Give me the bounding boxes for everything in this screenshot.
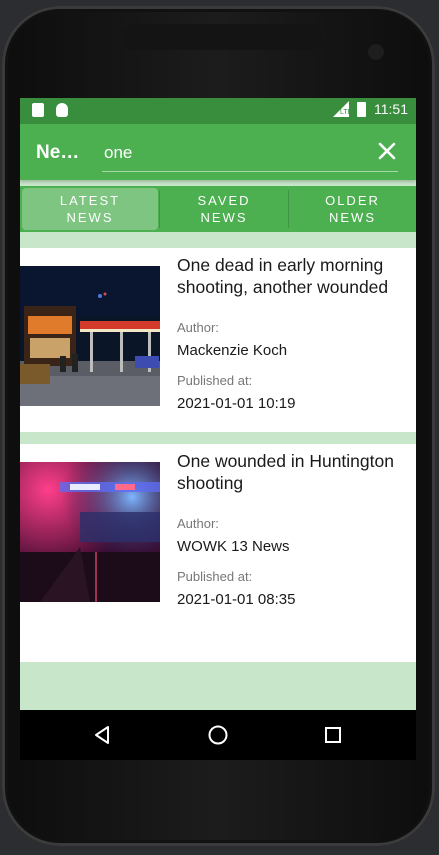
tab-label: SAVED (197, 193, 251, 208)
gas-station-night-photo (20, 266, 160, 406)
author-name: Mackenzie Koch (177, 342, 288, 359)
android-icon (56, 103, 68, 117)
signal-icon: LTE (333, 101, 353, 117)
tab-latest-news[interactable]: LATEST NEWS (22, 188, 158, 230)
article-title: One wounded in Huntington shooting (177, 451, 394, 493)
sd-card-icon (32, 103, 44, 117)
network-type: LTE (340, 109, 353, 116)
app-bar: Ne… (20, 124, 416, 180)
recents-icon (325, 727, 341, 743)
close-icon (378, 142, 396, 160)
author-label: Author: (177, 320, 219, 335)
published-label: Published at: (177, 373, 253, 388)
battery-icon (357, 101, 366, 117)
recents-button[interactable] (320, 722, 346, 748)
author-label: Author: (177, 516, 219, 531)
home-icon (208, 725, 228, 745)
published-label: Published at: (177, 569, 253, 584)
status-time: 11:51 (374, 101, 408, 117)
police-lights-photo (20, 462, 160, 602)
published-date: 2021-01-01 10:19 (177, 395, 296, 412)
tab-label: NEWS (328, 210, 376, 225)
tab-label: LATEST (59, 193, 121, 208)
tab-older-news[interactable]: OLDER NEWS (289, 188, 416, 230)
navigation-bar (20, 710, 416, 760)
speaker-grille (122, 24, 322, 50)
app-title: Ne… (36, 142, 80, 163)
front-camera (368, 44, 384, 60)
back-button[interactable] (90, 722, 116, 748)
tab-label: OLDER (325, 193, 380, 208)
news-card[interactable]: One wounded in Huntington shooting Autho… (20, 444, 416, 628)
device-screen: LTE 11:51 Ne… LATEST NEWS SAVED NEWS OLDER… (20, 98, 416, 760)
back-icon (95, 726, 109, 744)
list-item-partial (20, 628, 416, 662)
author-name: WOWK 13 News (177, 538, 290, 555)
news-card[interactable]: One dead in early morning shooting, anot… (20, 248, 416, 432)
tab-bar: LATEST NEWS SAVED NEWS OLDER NEWS (20, 186, 416, 232)
search-input[interactable] (102, 139, 356, 167)
tab-label: NEWS (66, 210, 114, 225)
home-button[interactable] (205, 722, 231, 748)
tab-label: NEWS (200, 210, 248, 225)
close-search-button[interactable] (374, 138, 400, 164)
tab-saved-news[interactable]: SAVED NEWS (160, 188, 288, 230)
published-date: 2021-01-01 08:35 (177, 591, 296, 608)
status-bar: LTE 11:51 (20, 98, 416, 124)
article-title: One dead in early morning shooting, anot… (177, 255, 389, 297)
search-underline (102, 171, 398, 172)
